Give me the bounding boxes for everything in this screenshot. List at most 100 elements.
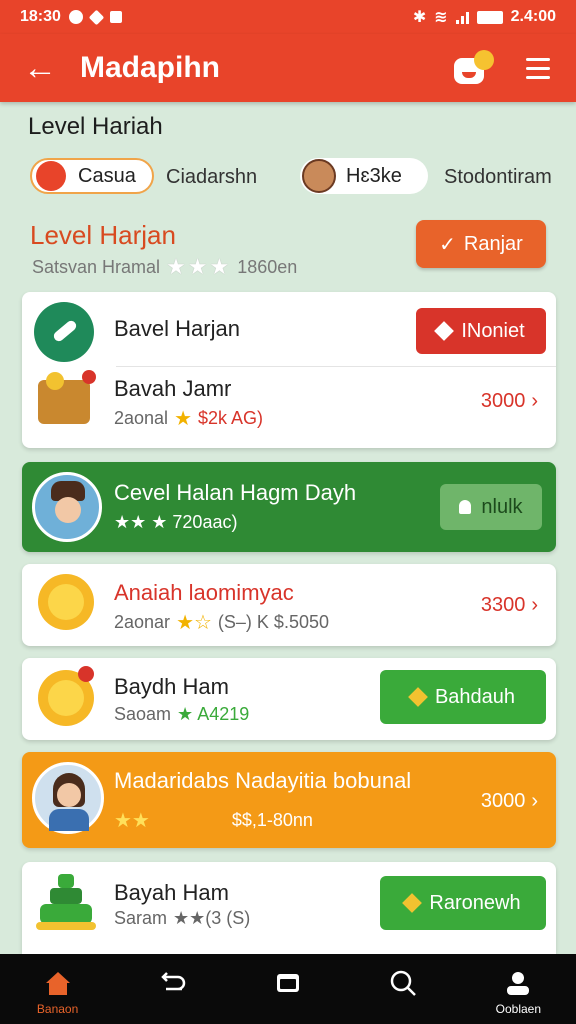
page-title: Madapihn xyxy=(80,51,220,84)
item-meta: ★★ $$,1-80nn xyxy=(114,808,313,833)
tag-icon xyxy=(434,321,455,341)
signal-icon xyxy=(455,10,469,24)
featured-subtitle-row: Satsvan Hramal ★★★ 1860en xyxy=(32,254,297,280)
item-meta-text: ★★(3 (S) xyxy=(173,908,251,928)
avatar xyxy=(32,472,102,542)
wifi-icon: ≋ xyxy=(434,9,448,26)
nav-home-label: Banaon xyxy=(36,1002,79,1016)
item-meta: ★★ ★ 720aac) xyxy=(114,512,238,532)
featured-title: Level Harjan xyxy=(30,220,176,250)
home-icon xyxy=(45,972,70,995)
item-action-label: Raronewh xyxy=(429,891,521,914)
item-meta-text: Saram xyxy=(114,908,168,928)
item-price[interactable]: 3300 › xyxy=(481,594,538,617)
mascot-badge xyxy=(474,50,494,70)
item-action-button[interactable]: Raronewh xyxy=(380,876,546,930)
nav-search[interactable] xyxy=(358,954,448,1024)
item-meta-text: 2aonar xyxy=(114,612,171,632)
list-item[interactable]: Bayah Ham Saram ★★(3 (S) Raronewh xyxy=(22,862,556,954)
list-item[interactable]: Baydh Ham Saoam ★ A4219 Bahdauh xyxy=(22,658,556,740)
item-action-button[interactable]: INoniet xyxy=(416,308,546,354)
check-icon: ✓ xyxy=(439,233,456,256)
menu-icon[interactable] xyxy=(526,57,550,79)
item-meta-text: (S‒) K $.5050 xyxy=(217,612,329,632)
status-bar: 18:30 ✱ ≋ 2.4:00 xyxy=(0,0,576,34)
item-name: Bavel Harjan xyxy=(114,316,240,341)
item-name: Bavah Jamr xyxy=(114,376,232,401)
item-price[interactable]: 3000 › xyxy=(481,790,538,813)
nav-profile[interactable]: Ooblaen xyxy=(473,954,563,1024)
chevron-right-icon: › xyxy=(531,790,538,812)
item-meta-text: 2aonal xyxy=(114,408,169,428)
item-action-label: nlulk xyxy=(481,495,523,518)
divider xyxy=(116,366,556,367)
item-action-label: INoniet xyxy=(461,319,525,342)
user-avatar-icon xyxy=(302,159,336,193)
filter-chip-casual[interactable]: Casua xyxy=(30,158,154,194)
section-title: Level Hariah xyxy=(28,113,163,140)
item-price-value: 3000 xyxy=(480,790,526,812)
search-icon xyxy=(390,970,417,996)
item-meta: Saram ★★(3 (S) xyxy=(114,908,250,929)
list-card-highlight[interactable]: Cevel Halan Hagm Dayh ★★ ★ 720aac) nlulk xyxy=(22,462,556,552)
filter-label-a[interactable]: Ciadarshn xyxy=(166,166,257,189)
item-action-button[interactable]: nlulk xyxy=(440,484,542,530)
filter-chip-user[interactable]: Hɛ3ke xyxy=(300,158,428,194)
diamond-icon xyxy=(408,687,428,707)
chevron-right-icon: › xyxy=(531,390,538,412)
item-meta: Saoam ★ A4219 xyxy=(114,704,249,725)
app-notification-icon xyxy=(88,9,105,25)
nav-tabs[interactable] xyxy=(243,954,333,1024)
tiered-cake-icon xyxy=(36,874,96,934)
featured-subtitle: Satsvan Hramal xyxy=(32,256,161,277)
item-meta: 2aonal ★ $2k AG) xyxy=(114,406,263,431)
item-name: Cevel Halan Hagm Dayh xyxy=(114,480,357,505)
featured-count: 1860en xyxy=(237,256,298,277)
item-action-label: Bahdauh xyxy=(434,685,516,708)
mascot-chat-icon[interactable] xyxy=(452,48,496,88)
item-price-value: 3000 xyxy=(480,390,526,412)
list-item[interactable]: Bavel Harjan INoniet xyxy=(22,292,556,366)
item-meta: 2aonar ★☆ (S‒) K $.5050 xyxy=(114,610,329,635)
casual-avatar-icon xyxy=(36,161,66,191)
star-icon: ★★ xyxy=(114,810,150,832)
list-card: Bavel Harjan INoniet Bavah Jamr 2aonal ★… xyxy=(22,292,556,448)
nav-profile-label: Ooblaen xyxy=(495,1002,542,1016)
filter-row: Casua Ciadarshn Hɛ3ke Stodontiram xyxy=(30,156,552,196)
back-arrow-icon[interactable]: ← xyxy=(0,34,80,102)
filter-label-b[interactable]: Stodontiram xyxy=(444,166,552,189)
list-item[interactable]: Anaiah laomimyac 2aonar ★☆ (S‒) K $.5050… xyxy=(22,564,556,646)
battery-icon xyxy=(476,10,503,24)
lock-icon xyxy=(459,500,472,514)
filter-chip-label: Casua xyxy=(78,164,136,187)
status-time: 18:30 xyxy=(20,8,61,25)
item-name: Baydh Ham xyxy=(114,674,229,699)
item-thumb-icon xyxy=(34,302,94,362)
avatar xyxy=(32,762,104,834)
item-name: Anaiah laomimyac xyxy=(114,580,294,605)
item-name: Madaridabs Nadayitia bobunal xyxy=(114,768,412,793)
featured-action-label: Ranjar xyxy=(463,232,523,255)
profile-icon xyxy=(507,972,530,995)
diamond-icon xyxy=(402,893,423,913)
item-meta-text: $$,1-80nn xyxy=(231,810,313,830)
item-action-button[interactable]: Bahdauh xyxy=(380,670,546,724)
item-meta-text: ★ A4219 xyxy=(177,704,250,724)
list-item[interactable]: Bavah Jamr 2aonal ★ $2k AG) 3000 › xyxy=(22,368,556,446)
item-price[interactable]: 3000 › xyxy=(481,390,538,413)
featured-stars: ★★★ xyxy=(166,254,232,279)
list-card-orange[interactable]: Madaridabs Nadayitia bobunal ★★ $$,1-80n… xyxy=(22,752,556,848)
chevron-right-icon: › xyxy=(531,594,538,616)
nav-home[interactable]: Banaon xyxy=(13,954,103,1024)
basket-icon xyxy=(38,370,96,424)
mail-icon xyxy=(109,11,122,23)
nav-return[interactable] xyxy=(128,954,218,1024)
filter-chip-label: Hɛ3ke xyxy=(346,164,402,187)
bottom-nav: Banaon Ooblaen xyxy=(0,954,576,1024)
star-icon: ★☆ xyxy=(176,612,212,634)
notification-icon xyxy=(68,10,83,24)
bluetooth-icon: ✱ xyxy=(412,9,427,26)
item-name: Bayah Ham xyxy=(114,880,229,905)
featured-action-button[interactable]: ✓ Ranjar xyxy=(416,220,546,268)
tabs-icon xyxy=(276,974,299,992)
